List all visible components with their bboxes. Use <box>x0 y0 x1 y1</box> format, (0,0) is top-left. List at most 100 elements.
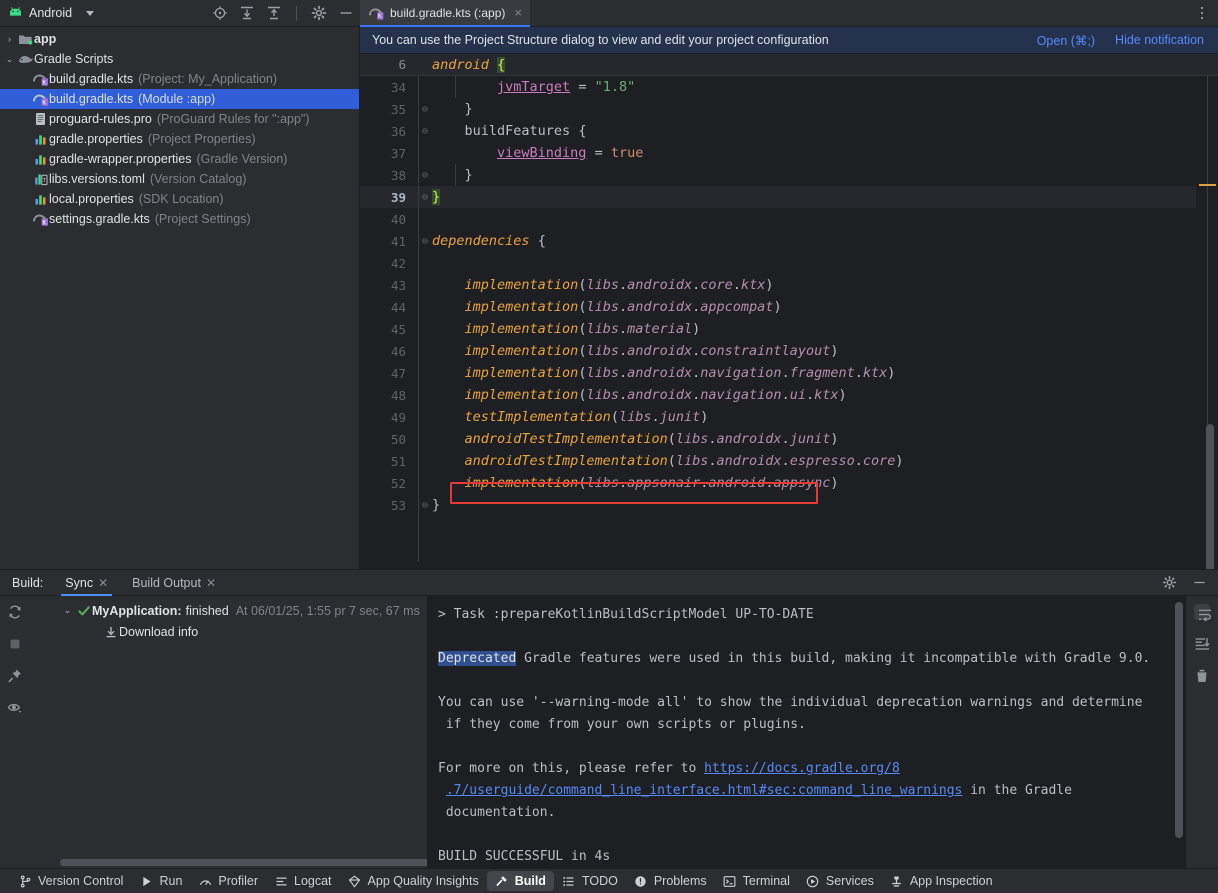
code-line[interactable]: 46 implementation(libs.androidx.constrai… <box>360 340 1218 362</box>
tree-item-label: local.properties <box>49 192 134 206</box>
tree-row-selected[interactable]: K build.gradle.kts (Module :app) <box>0 89 359 109</box>
code-line[interactable]: 41 ⊖ dependencies { <box>360 230 1218 252</box>
status-item-label: App Quality Insights <box>367 874 479 888</box>
fold-marker[interactable]: ⊖ <box>418 192 432 203</box>
fold-marker[interactable]: ⊖ <box>418 236 432 247</box>
sidebar-item-app-inspection[interactable]: App Inspection <box>882 871 1001 891</box>
hide-notification-link[interactable]: Hide notification <box>1115 33 1204 47</box>
tree-row[interactable]: K build.gradle.kts (Project: My_Applicat… <box>0 69 359 89</box>
code-line[interactable]: 43 implementation(libs.androidx.core.ktx… <box>360 274 1218 296</box>
line-number: 49 <box>390 409 406 425</box>
tree-row[interactable]: T libs.versions.toml (Version Catalog) <box>0 169 359 189</box>
code-line[interactable]: 53 ⊖ } <box>360 494 1218 516</box>
code-line-current[interactable]: 39 ⊖ } <box>360 186 1218 208</box>
code-line[interactable]: 38 ⊖ } <box>360 164 1218 186</box>
close-icon[interactable]: × <box>514 6 522 19</box>
select-opened-file-icon[interactable] <box>212 5 228 21</box>
tab-sync[interactable]: Sync ✕ <box>61 569 113 596</box>
tree-row[interactable]: K settings.gradle.kts (Project Settings) <box>0 209 359 229</box>
sidebar-item-profiler[interactable]: Profiler <box>190 871 266 891</box>
fold-marker[interactable]: ⊖ <box>418 500 432 511</box>
stop-icon[interactable] <box>7 636 23 652</box>
code-line[interactable]: 35 ⊖ } <box>360 98 1218 120</box>
chevron-down-icon[interactable]: ⌄ <box>60 605 75 616</box>
fold-marker[interactable]: ⊖ <box>418 126 432 137</box>
code-text: } <box>464 101 473 117</box>
editor-scrollbar-thumb[interactable] <box>1206 424 1214 569</box>
tree-row[interactable]: gradle-wrapper.properties (Gradle Versio… <box>0 149 359 169</box>
sidebar-item-app-quality-insights[interactable]: App Quality Insights <box>340 871 487 891</box>
sidebar-item-terminal[interactable]: Terminal <box>715 871 798 891</box>
code-line[interactable]: 42 <box>360 252 1218 274</box>
code-line[interactable]: 44 implementation(libs.androidx.appcompa… <box>360 296 1218 318</box>
code-text: androidTestImplementation(libs.androidx.… <box>464 431 839 447</box>
list-icon <box>562 874 576 888</box>
code-text: testImplementation(libs.junit) <box>464 409 709 425</box>
sidebar-item-run[interactable]: Run <box>131 871 190 891</box>
build-tree-horizontal-scrollbar[interactable] <box>60 859 427 866</box>
fold-marker[interactable]: ⊖ <box>418 170 432 181</box>
editor-tab-build-gradle-kts[interactable]: K build.gradle.kts (:app) × <box>360 0 530 27</box>
fold-marker[interactable]: ⊖ <box>418 104 432 115</box>
minimize-icon[interactable] <box>338 5 354 21</box>
code-editor[interactable]: 6 android { 34 jvmTarget = "1.8" 35 ⊖} … <box>360 54 1218 569</box>
line-number: 51 <box>390 453 406 469</box>
code-line[interactable]: 34 jvmTarget = "1.8" <box>360 76 1218 98</box>
close-icon[interactable]: ✕ <box>98 576 108 590</box>
chevron-down-icon[interactable] <box>86 10 95 16</box>
gradle-docs-link-cont[interactable]: .7/userguide/command_line_interface.html… <box>446 783 963 798</box>
code-line[interactable]: 36 ⊖ buildFeatures { <box>360 120 1218 142</box>
branch-icon <box>18 874 32 888</box>
console-line: documentation. <box>438 805 556 820</box>
code-line[interactable]: 37 viewBinding = true <box>360 142 1218 164</box>
more-options-icon[interactable] <box>1192 0 1212 26</box>
sidebar-item-version-control[interactable]: Version Control <box>10 871 131 891</box>
code-line[interactable]: 45 implementation(libs.material) <box>360 318 1218 340</box>
code-text: implementation(libs.androidx.constraintl… <box>464 343 839 359</box>
scroll-to-end-icon[interactable] <box>1194 636 1210 652</box>
open-project-structure-link[interactable]: Open (⌘;) <box>1037 33 1095 48</box>
code-line[interactable]: 50 androidTestImplementation(libs.androi… <box>360 428 1218 450</box>
line-number: 39 <box>390 189 406 205</box>
expand-all-icon[interactable] <box>239 5 255 21</box>
code-line[interactable]: 48 implementation(libs.androidx.navigati… <box>360 384 1218 406</box>
trash-icon[interactable] <box>1194 668 1210 684</box>
chevron-down-icon[interactable]: ⌄ <box>2 54 17 65</box>
sidebar-item-problems[interactable]: Problems <box>626 871 715 891</box>
console-scrollbar-thumb[interactable] <box>1175 602 1183 838</box>
console-line: You can use '--warning-mode all' to show… <box>438 695 1143 710</box>
sidebar-item-services[interactable]: Services <box>798 871 882 891</box>
code-line[interactable]: 51 androidTestImplementation(libs.androi… <box>360 450 1218 472</box>
soft-wrap-icon[interactable] <box>1194 604 1211 622</box>
warning-scroll-marker[interactable] <box>1199 184 1216 186</box>
code-line[interactable]: 49 testImplementation(libs.junit) <box>360 406 1218 428</box>
tree-row[interactable]: ⌄ Gradle Scripts <box>0 49 359 69</box>
download-info-row[interactable]: Download info <box>30 621 427 642</box>
code-line[interactable]: 40 <box>360 208 1218 230</box>
gradle-docs-link[interactable]: https://docs.gradle.org/8 <box>704 761 900 776</box>
build-status-row[interactable]: ⌄ MyApplication: finished At 06/01/25, 1… <box>30 600 427 621</box>
tree-row[interactable]: › app <box>0 29 359 49</box>
sidebar-item-logcat[interactable]: Logcat <box>266 871 340 891</box>
sidebar-item-build[interactable]: Build <box>486 871 554 891</box>
sidebar-item-todo[interactable]: TODO <box>554 871 626 891</box>
tab-build-output[interactable]: Build Output ✕ <box>128 569 220 596</box>
build-panel-label: Build: <box>12 575 44 590</box>
settings-gear-icon[interactable] <box>311 5 327 21</box>
editor-scroll-gutter[interactable] <box>1196 54 1218 569</box>
restart-sync-icon[interactable] <box>7 604 23 620</box>
tree-row[interactable]: proguard-rules.pro (ProGuard Rules for "… <box>0 109 359 129</box>
pin-icon[interactable] <box>7 668 23 684</box>
settings-gear-icon[interactable] <box>1162 575 1178 591</box>
collapse-all-icon[interactable] <box>266 5 282 21</box>
tree-row[interactable]: gradle.properties (Project Properties) <box>0 129 359 149</box>
project-view-selector[interactable]: Android <box>8 6 212 20</box>
tree-row[interactable]: local.properties (SDK Location) <box>0 189 359 209</box>
code-line[interactable]: 47 implementation(libs.androidx.navigati… <box>360 362 1218 384</box>
build-console-output[interactable]: > Task :prepareKotlinBuildScriptModel UP… <box>428 596 1186 868</box>
close-icon[interactable]: ✕ <box>206 576 216 590</box>
chevron-right-icon[interactable]: › <box>2 34 17 44</box>
code-line-highlighted[interactable]: 52 implementation(libs.appsonair.android… <box>360 472 1218 494</box>
eye-icon[interactable] <box>7 700 23 716</box>
minimize-icon[interactable] <box>1192 575 1208 591</box>
